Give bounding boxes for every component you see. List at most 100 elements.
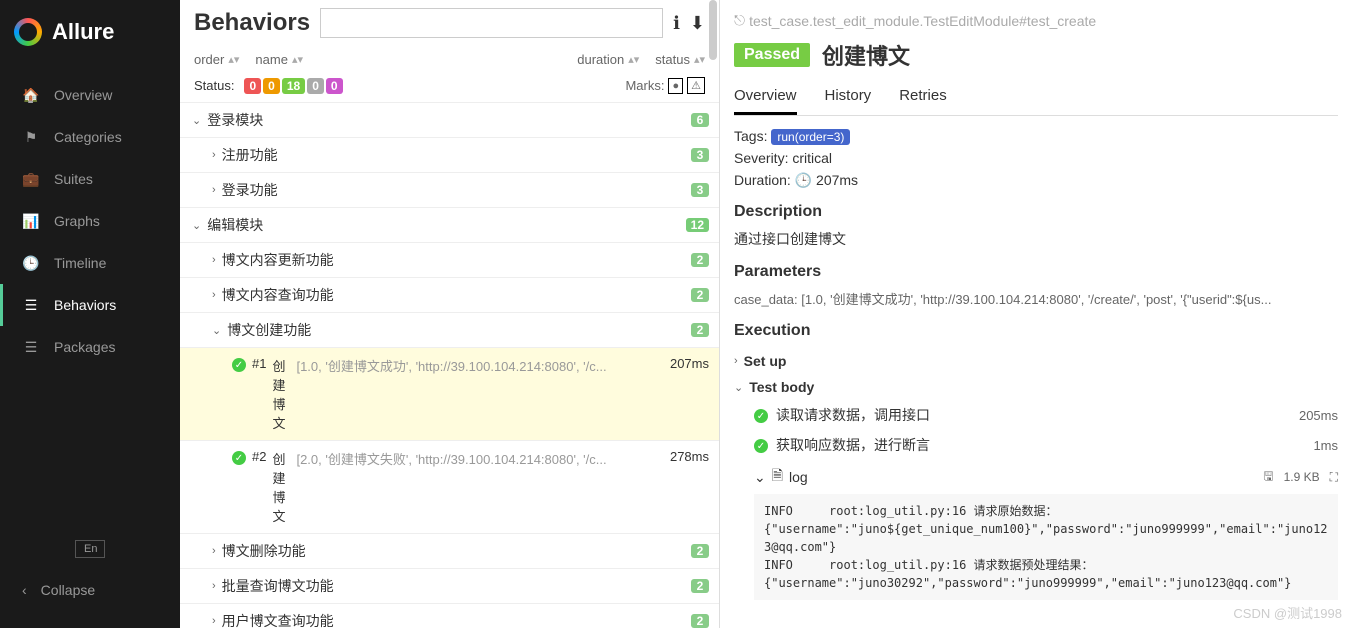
clock-icon: 🕒 (795, 172, 816, 188)
parameters-heading: Parameters (734, 263, 1338, 281)
lang-switch[interactable]: En (75, 540, 105, 558)
step-label: 获取响应数据，进行断言 (776, 435, 930, 455)
behaviors-panel: Behaviors ℹ ⬇ order▴▾ name▴▾ duration▴▾ … (180, 0, 720, 628)
nav-categories[interactable]: ⚑ Categories (0, 116, 180, 158)
download-icon[interactable]: ⬇ (690, 13, 705, 34)
sidebar: Allure 🏠Overview ⚑ Categories 💼Suites 📊Gr… (0, 0, 180, 628)
status-passed[interactable]: 18 (282, 78, 305, 94)
step-1[interactable]: ✓读取请求数据，调用接口205ms (734, 400, 1338, 430)
sort-status[interactable]: status▴▾ (655, 52, 705, 67)
severity-value: critical (792, 150, 832, 166)
marks: Marks: ● ⚠ (625, 77, 705, 94)
logo[interactable]: Allure (0, 0, 180, 64)
tab-history[interactable]: History (825, 81, 872, 115)
collapse-button[interactable]: ‹Collapse (0, 570, 180, 610)
severity-row: Severity: critical (734, 150, 1338, 166)
log-label: log (789, 469, 808, 485)
testbody-label: Test body (749, 379, 814, 395)
nav-suites[interactable]: 💼Suites (0, 158, 180, 200)
nav-behaviors[interactable]: ☰Behaviors (0, 284, 180, 326)
home-icon: 🏠 (22, 86, 40, 104)
severity-label: Severity: (734, 150, 792, 166)
chevron-right-icon: › (212, 615, 216, 627)
pass-icon: ✓ (232, 358, 246, 372)
nav-label: Behaviors (54, 297, 116, 313)
info-icon[interactable]: ℹ (673, 13, 680, 34)
nav-label: Graphs (54, 213, 100, 229)
case-args: [1.0, '创建博文成功', 'http://39.100.104.214:8… (296, 356, 664, 375)
tab-overview[interactable]: Overview (734, 81, 797, 115)
tag[interactable]: run(order=3) (771, 129, 850, 145)
status-skipped[interactable]: 0 (307, 78, 324, 94)
testbody-row[interactable]: ⌄Test body (734, 374, 1338, 400)
feature-query[interactable]: ›博文内容查询功能2 (180, 277, 719, 312)
case-args: [2.0, '创建博文失败', 'http://39.100.104.214:8… (296, 449, 664, 468)
save-icon[interactable]: 🖫 (1263, 467, 1273, 488)
nav-timeline[interactable]: 🕒Timeline (0, 242, 180, 284)
expand-icon[interactable]: ⛶ (1330, 470, 1338, 485)
search-input[interactable] (320, 8, 663, 38)
warning-icon[interactable]: ⚠ (687, 77, 705, 94)
parameters-row: case_data: [1.0, '创建博文成功', 'http://39.10… (734, 289, 1338, 308)
feature-batch[interactable]: ›批量查询博文功能2 (180, 568, 719, 603)
status-badges: 0 0 18 0 0 (244, 78, 342, 94)
status-label: Status: (194, 78, 234, 93)
feature-user-query[interactable]: ›用户博文查询功能2 (180, 603, 719, 628)
log-row[interactable]: ⌄🗎log🖫1.9 KB⛶ (734, 460, 1338, 494)
test-path: ⎋test_case.test_edit_module.TestEditModu… (734, 12, 1338, 29)
feature-login[interactable]: ›登录功能3 (180, 172, 719, 207)
count-badge: 2 (691, 579, 709, 593)
marks-label: Marks: (625, 78, 664, 93)
panel-header: Behaviors ℹ ⬇ (180, 0, 719, 46)
tab-retries[interactable]: Retries (899, 81, 947, 115)
nav-overview[interactable]: 🏠Overview (0, 74, 180, 116)
status-failed[interactable]: 0 (244, 78, 261, 94)
status-unknown[interactable]: 0 (326, 78, 343, 94)
feature-delete[interactable]: ›博文删除功能2 (180, 533, 719, 568)
nav-label: Categories (54, 129, 122, 145)
feature-register[interactable]: ›注册功能3 (180, 137, 719, 172)
flag-icon: ⚑ (22, 128, 40, 146)
case-name: 创建博文 (272, 449, 290, 525)
chevron-down-icon: ⌄ (212, 324, 221, 337)
group-edit[interactable]: ⌄编辑模块12 (180, 207, 719, 242)
nav-packages[interactable]: ☰Packages (0, 326, 180, 368)
sort-bar: order▴▾ name▴▾ duration▴▾ status▴▾ (180, 46, 719, 73)
clock-icon: 🕒 (22, 254, 40, 272)
count-badge: 3 (691, 183, 709, 197)
collapse-label: Collapse (41, 582, 95, 598)
duration-label: Duration: (734, 172, 795, 188)
param-value: : [1.0, '创建博文成功', 'http://39.100.104.214… (794, 292, 1271, 307)
sort-name[interactable]: name▴▾ (255, 52, 303, 67)
feature-create[interactable]: ⌄博文创建功能2 (180, 312, 719, 347)
chevron-right-icon: › (212, 149, 216, 161)
group-login[interactable]: ⌄登录模块6 (180, 102, 719, 137)
count-badge: 3 (691, 148, 709, 162)
sort-icon: ▴▾ (228, 56, 239, 64)
sort-duration[interactable]: duration▴▾ (577, 52, 639, 67)
chevron-right-icon: › (734, 355, 738, 367)
count-badge: 2 (691, 323, 709, 337)
nav: 🏠Overview ⚑ Categories 💼Suites 📊Graphs 🕒T… (0, 64, 180, 530)
description-text: 通过接口创建博文 (734, 229, 1338, 249)
sort-icon: ▴▾ (694, 56, 705, 64)
chevron-down-icon: ⌄ (754, 469, 766, 486)
sort-icon: ▴▾ (292, 56, 303, 64)
scrollbar[interactable] (709, 0, 717, 60)
log-size: 1.9 KB (1284, 470, 1320, 484)
tree: ⌄登录模块6 ›注册功能3 ›登录功能3 ⌄编辑模块12 ›博文内容更新功能2 … (180, 102, 719, 628)
status-broken[interactable]: 0 (263, 78, 280, 94)
step-2[interactable]: ✓获取响应数据，进行断言1ms (734, 430, 1338, 460)
pass-icon: ✓ (754, 409, 768, 423)
nav-label: Suites (54, 171, 93, 187)
sort-order[interactable]: order▴▾ (194, 52, 239, 67)
execution-heading: Execution (734, 322, 1338, 340)
nav-graphs[interactable]: 📊Graphs (0, 200, 180, 242)
feature-update[interactable]: ›博文内容更新功能2 (180, 242, 719, 277)
title-row: Passed 创建博文 (734, 39, 1338, 71)
case-1[interactable]: ✓ #1 创建博文 [1.0, '创建博文成功', 'http://39.100… (180, 347, 719, 440)
bomb-icon[interactable]: ● (668, 78, 683, 94)
case-2[interactable]: ✓ #2 创建博文 [2.0, '创建博文失败', 'http://39.100… (180, 440, 719, 533)
setup-row[interactable]: ›Set up (734, 348, 1338, 374)
detail-panel: ⎋test_case.test_edit_module.TestEditModu… (720, 0, 1352, 628)
